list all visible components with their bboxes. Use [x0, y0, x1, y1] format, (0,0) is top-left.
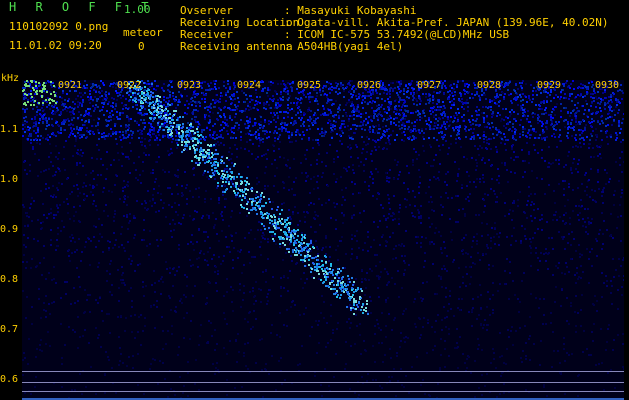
x-tick-0930: 0930	[595, 80, 620, 91]
meteor-label: meteor	[123, 26, 163, 39]
x-tick-0923: 0923	[177, 80, 202, 91]
x-tick-0926: 0926	[357, 80, 382, 91]
info-value-antenna: : A504HB(yagi 4el)	[284, 40, 404, 53]
meteor-count: 0	[138, 40, 145, 53]
y-tick-0.7: 0.7	[0, 324, 19, 335]
capture-datetime: 11.01.02 09:20	[9, 39, 102, 52]
y-axis-unit: kHz	[1, 73, 20, 84]
spectrogram-plot	[22, 80, 624, 400]
y-tick-0.6: 0.6	[0, 374, 19, 385]
app-version: 1.00	[124, 3, 151, 16]
x-tick-0924: 0924	[237, 80, 262, 91]
y-tick-0.8: 0.8	[0, 274, 19, 285]
x-tick-0928: 0928	[477, 80, 502, 91]
x-tick-0925: 0925	[297, 80, 322, 91]
x-tick-0929: 0929	[537, 80, 562, 91]
y-tick-1.1: 1.1	[0, 124, 19, 135]
y-tick-0.9: 0.9	[0, 224, 19, 235]
file-name: 110102092 0.png	[9, 20, 109, 33]
y-tick-1.0: 1.0	[0, 174, 19, 185]
info-key-antenna: Receiving antenna	[180, 40, 293, 53]
x-tick-0921: 0921	[58, 80, 83, 91]
x-tick-0922: 0922	[117, 80, 142, 91]
spectrogram-canvas	[22, 80, 624, 400]
x-tick-0927: 0927	[417, 80, 442, 91]
